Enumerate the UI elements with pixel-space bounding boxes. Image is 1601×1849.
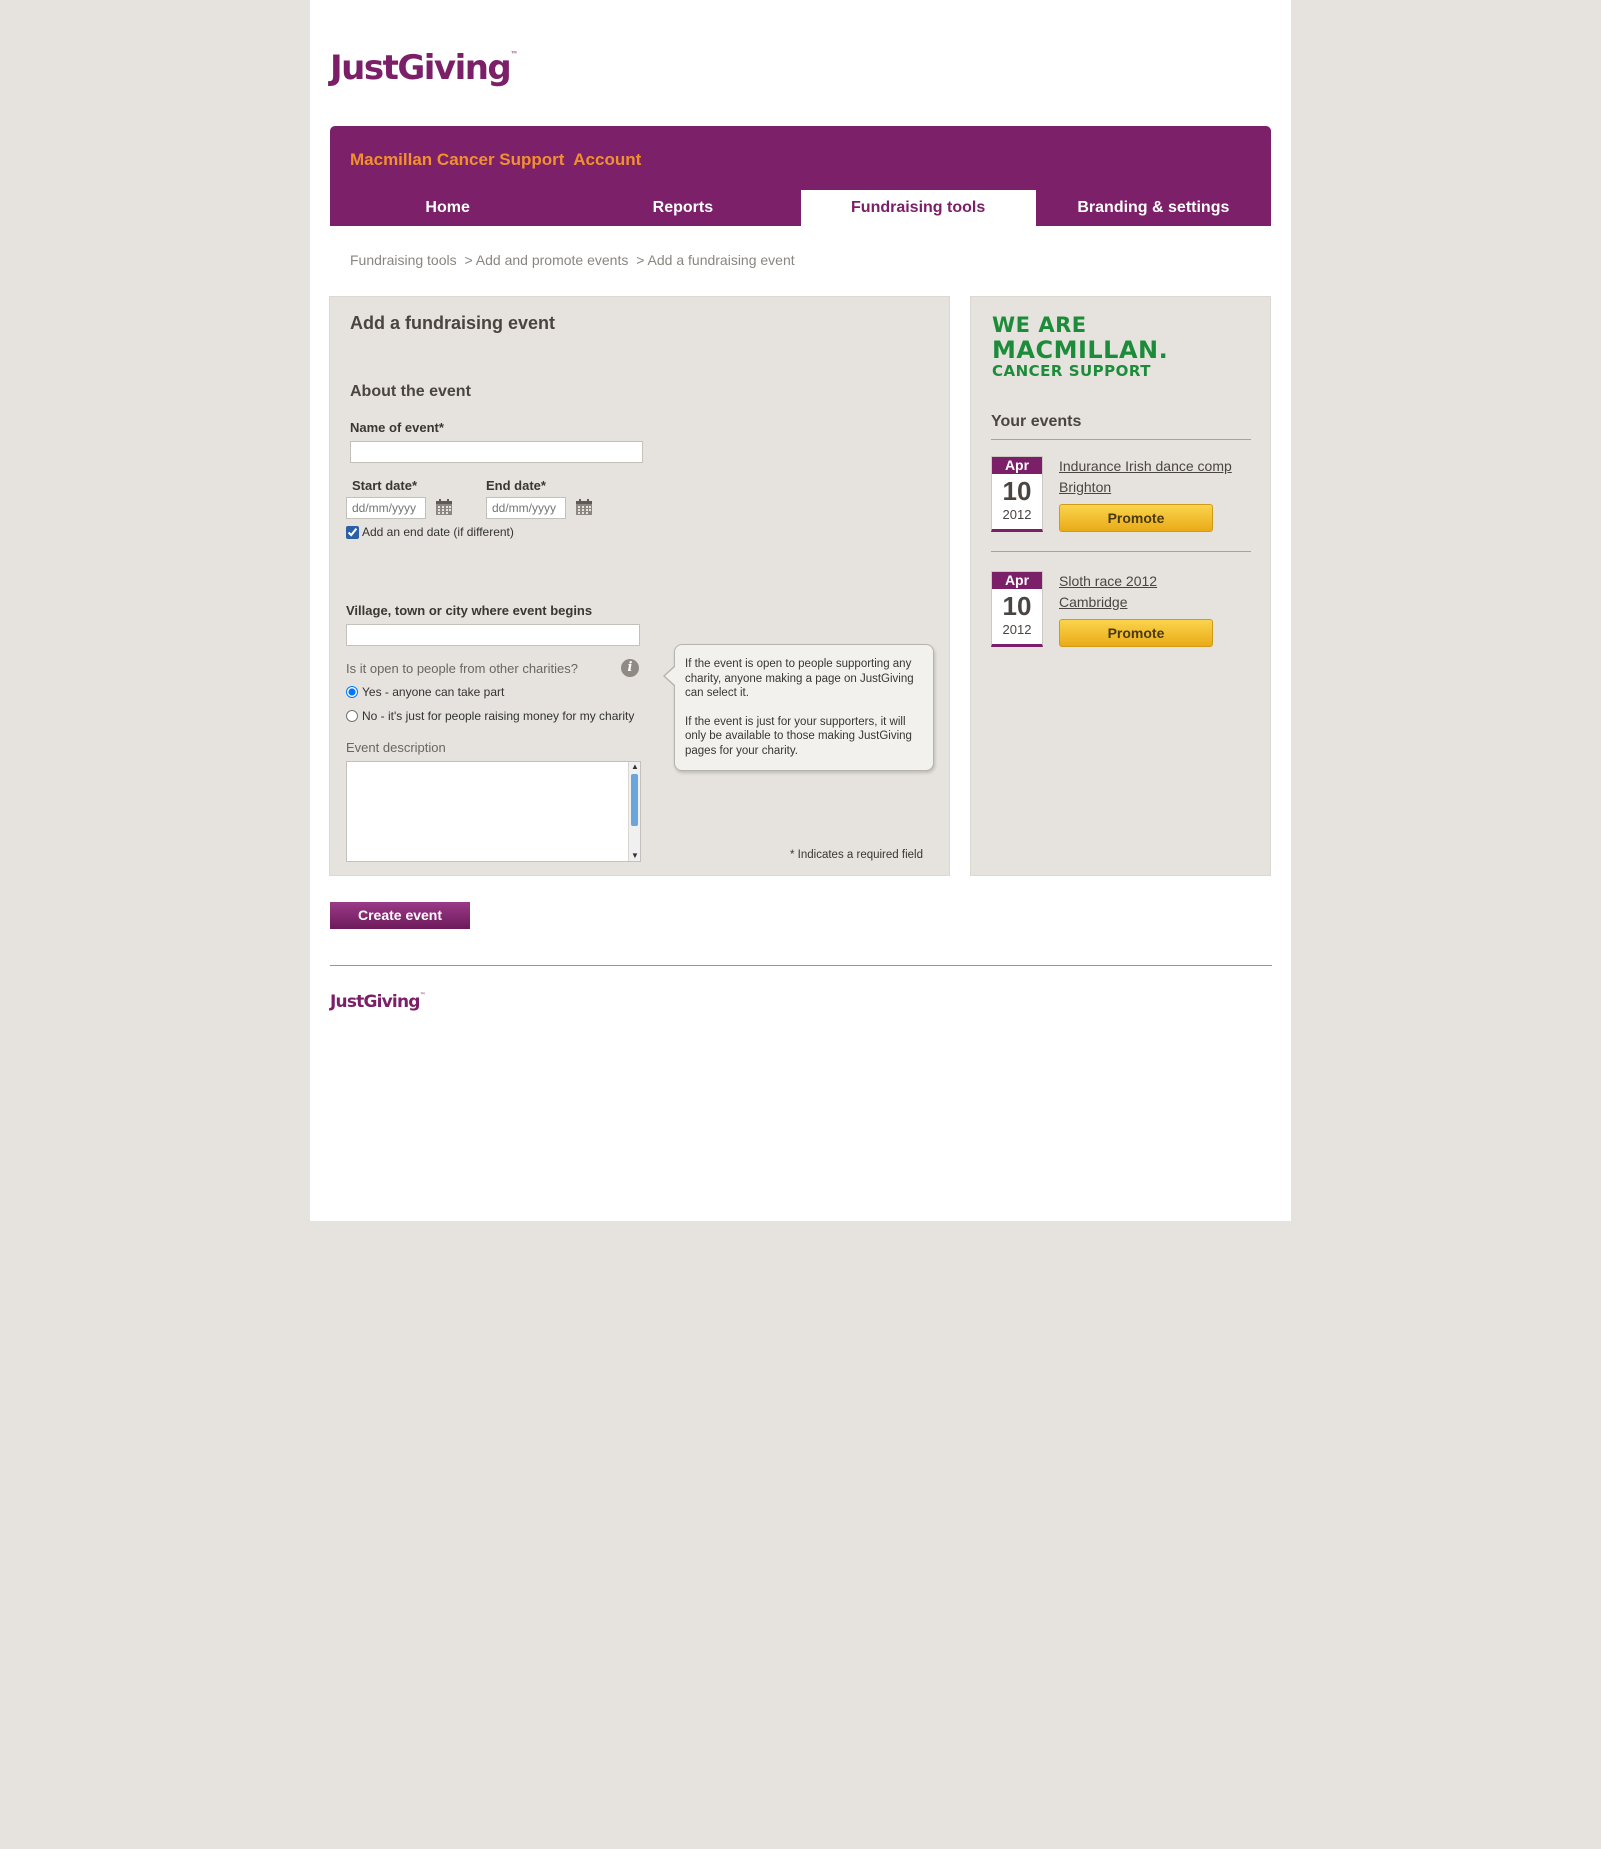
start-date-label: Start date* (352, 478, 418, 493)
start-date-input[interactable] (346, 497, 426, 519)
event-form-panel: Add a fundraising event About the event … (329, 296, 950, 876)
name-of-event-input[interactable] (350, 441, 643, 463)
info-icon[interactable]: i (621, 659, 639, 677)
justgiving-logo[interactable]: JustGiving™ (330, 48, 518, 88)
divider (991, 551, 1251, 552)
event-place[interactable]: Brighton (1059, 477, 1232, 498)
macmillan-logo-line: WE ARE (992, 313, 1087, 337)
footer-justgiving-logo[interactable]: JustGiving™ (330, 992, 426, 1012)
breadcrumb-item: > Add a fundraising event (636, 252, 795, 268)
breadcrumb: Fundraising tools > Add and promote even… (350, 252, 799, 268)
required-note: * Indicates a required field (790, 849, 923, 861)
date-month: Apr (992, 572, 1042, 589)
location-label: Village, town or city where event begins (346, 603, 593, 618)
end-date-input[interactable] (486, 497, 566, 519)
tab-reports[interactable]: Reports (565, 190, 800, 226)
description-label: Event description (346, 740, 446, 755)
date-year: 2012 (1002, 507, 1032, 522)
radio-yes-row[interactable]: Yes - anyone can take part (346, 685, 504, 699)
logo-text: JustGiving (330, 48, 512, 88)
account-header: Macmillan Cancer Support Account Home Re… (330, 126, 1271, 226)
your-events-title: Your events (991, 413, 1251, 440)
date-day: 10 (1002, 476, 1032, 506)
info-tooltip: If the event is open to people supportin… (663, 644, 934, 771)
radio-no[interactable] (346, 710, 358, 722)
open-question-label: Is it open to people from other charitie… (346, 661, 578, 676)
tab-branding-settings[interactable]: Branding & settings (1036, 190, 1271, 226)
name-of-event-label: Name of event* (350, 420, 444, 435)
radio-yes[interactable] (346, 686, 358, 698)
page-container: JustGiving™ Macmillan Cancer Support Acc… (310, 0, 1291, 1221)
radio-no-row[interactable]: No - it's just for people raising money … (346, 709, 634, 723)
end-date-checkbox-label: Add an end date (if different) (362, 525, 514, 539)
event-name[interactable]: Sloth race 2012 (1059, 571, 1157, 592)
account-title: Macmillan Cancer Support Account (350, 150, 641, 170)
scroll-up-icon[interactable]: ▲ (630, 762, 640, 772)
scroll-down-icon[interactable]: ▼ (630, 851, 640, 861)
location-input[interactable] (346, 624, 640, 646)
tab-fundraising-tools[interactable]: Fundraising tools (800, 190, 1036, 226)
macmillan-logo-line: CANCER SUPPORT (992, 362, 1152, 380)
breadcrumb-item[interactable]: Fundraising tools (350, 252, 457, 268)
section-title: About the event (350, 383, 471, 400)
date-year: 2012 (1002, 622, 1032, 637)
end-date-checkbox-row[interactable]: Add an end date (if different) (346, 525, 514, 539)
event-link[interactable]: Sloth race 2012 Cambridge (1059, 571, 1157, 613)
radio-yes-label: Yes - anyone can take part (362, 685, 505, 699)
macmillan-logo-line: MACMILLAN. (992, 336, 1169, 364)
calendar-icon[interactable] (435, 498, 453, 516)
date-month: Apr (992, 457, 1042, 474)
breadcrumb-item[interactable]: > Add and promote events (465, 252, 629, 268)
event-name[interactable]: Indurance Irish dance comp (1059, 456, 1232, 477)
promote-button[interactable]: Promote (1059, 504, 1213, 532)
date-badge: Apr 10 2012 (991, 456, 1043, 532)
charity-name: Macmillan Cancer Support (350, 150, 565, 169)
form-title: Add a fundraising event (350, 313, 556, 333)
date-day: 10 (1002, 591, 1032, 621)
textarea-scrollbar[interactable]: ▲ ▼ (628, 762, 640, 861)
description-field: ▲ ▼ (346, 761, 641, 862)
promote-button[interactable]: Promote (1059, 619, 1213, 647)
date-badge: Apr 10 2012 (991, 571, 1043, 647)
tab-home[interactable]: Home (330, 190, 565, 226)
macmillan-logo: WE ARE MACMILLAN. CANCER SUPPORT (992, 315, 1168, 379)
description-textarea[interactable] (347, 762, 628, 861)
footer-logo-trademark: ™ (419, 992, 426, 999)
sidebar-panel: WE ARE MACMILLAN. CANCER SUPPORT Your ev… (970, 296, 1271, 876)
tooltip-text: If the event is just for your supporters… (685, 715, 912, 757)
footer-divider (330, 965, 1272, 966)
calendar-icon[interactable] (575, 498, 593, 516)
end-date-label: End date* (486, 478, 546, 493)
account-label: Account (573, 150, 642, 169)
create-event-button[interactable]: Create event (330, 902, 470, 929)
logo-trademark: ™ (510, 50, 519, 59)
tooltip-text: If the event is open to people supportin… (685, 658, 914, 699)
radio-no-label: No - it's just for people raising money … (362, 709, 635, 723)
end-date-checkbox[interactable] (346, 525, 359, 539)
scroll-thumb[interactable] (631, 774, 638, 826)
event-place[interactable]: Cambridge (1059, 592, 1157, 613)
footer-logo-text: JustGiving (330, 992, 420, 1012)
main-nav: Home Reports Fundraising tools Branding … (330, 190, 1271, 226)
event-link[interactable]: Indurance Irish dance comp Brighton (1059, 456, 1232, 498)
